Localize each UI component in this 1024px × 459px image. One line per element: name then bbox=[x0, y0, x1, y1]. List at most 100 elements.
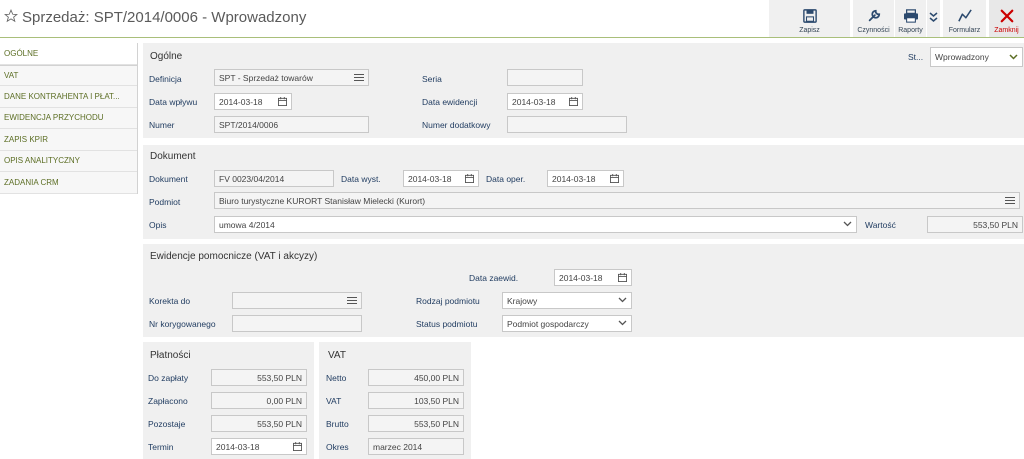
oper-date-field[interactable]: 2014-03-18 bbox=[547, 170, 624, 187]
calendar-icon[interactable] bbox=[278, 97, 287, 106]
close-label: Zamknij bbox=[994, 27, 1019, 34]
general-section: Ogólne St... Wprowadzony Definicja SPT -… bbox=[143, 43, 1024, 138]
chevron-down-icon bbox=[618, 320, 627, 326]
auxiliary-section: Ewidencje pomocnicze (VAT i akcyzy) Data… bbox=[143, 244, 1024, 337]
auxiliary-title: Ewidencje pomocnicze (VAT i akcyzy) bbox=[150, 251, 318, 262]
term-label: Termin bbox=[148, 442, 174, 452]
sidebar-item-kpir[interactable]: ZAPIS KPIR bbox=[0, 129, 138, 151]
document-label: Dokument bbox=[149, 174, 188, 184]
save-button[interactable]: Zapisz bbox=[768, 0, 850, 37]
gross-field: 553,50 PLN bbox=[368, 415, 464, 432]
issue-date-field[interactable]: 2014-03-18 bbox=[403, 170, 479, 187]
form-icon bbox=[957, 9, 972, 22]
gross-label: Brutto bbox=[326, 419, 349, 429]
entity-status-label: Status podmiotu bbox=[416, 319, 478, 329]
list-icon[interactable] bbox=[354, 73, 364, 82]
extra-number-field[interactable] bbox=[507, 116, 627, 133]
chevron-down-icon bbox=[1009, 54, 1018, 60]
definition-label: Definicja bbox=[149, 74, 182, 84]
sidebar: OGÓLNE VAT DANE KONTRAHENTA I PŁAT... EW… bbox=[0, 43, 138, 194]
record-date-aux-label: Data zaewid. bbox=[469, 273, 519, 283]
entity-label: Podmiot bbox=[149, 197, 181, 207]
value-label: Wartość bbox=[865, 220, 896, 230]
wrench-icon bbox=[868, 9, 880, 22]
series-field[interactable] bbox=[507, 69, 583, 86]
record-date-aux-field[interactable]: 2014-03-18 bbox=[554, 269, 632, 286]
entity-type-label: Rodzaj podmiotu bbox=[416, 296, 480, 306]
oper-date-label: Data oper. bbox=[486, 174, 526, 184]
printer-icon bbox=[903, 9, 918, 23]
calendar-icon[interactable] bbox=[293, 442, 302, 451]
sidebar-item-revenue-records[interactable]: EWIDENCJA PRZYCHODU bbox=[0, 107, 138, 129]
sidebar-item-vat[interactable]: VAT bbox=[0, 64, 138, 86]
description-label: Opis bbox=[149, 220, 167, 230]
document-title: Dokument bbox=[150, 151, 196, 162]
reports-dropdown-button[interactable] bbox=[926, 0, 940, 37]
toolbar: Zapisz Czynności Raporty Formularz Zamkn… bbox=[768, 0, 1024, 37]
general-title: Ogólne bbox=[150, 51, 183, 62]
corrected-number-label: Nr korygowanego bbox=[149, 319, 216, 329]
calendar-icon[interactable] bbox=[569, 97, 578, 106]
actions-button[interactable]: Czynności bbox=[852, 0, 894, 37]
correction-field[interactable] bbox=[232, 292, 362, 309]
chevron-down-icon bbox=[843, 221, 852, 227]
status-label: St... bbox=[908, 52, 924, 62]
save-icon bbox=[802, 9, 817, 23]
net-label: Netto bbox=[326, 373, 347, 383]
sidebar-divider bbox=[137, 43, 138, 194]
chevron-down-icon bbox=[618, 297, 627, 303]
chevron-down-icon bbox=[929, 11, 938, 22]
number-label: Numer bbox=[149, 120, 175, 130]
reports-label: Raporty bbox=[898, 27, 923, 34]
entity-type-select[interactable]: Krajowy bbox=[502, 292, 632, 309]
window-header: Sprzedaż: SPT/2014/0006 - Wprowadzony Za… bbox=[0, 0, 1024, 38]
period-label: Okres bbox=[326, 442, 349, 452]
remaining-field: 553,50 PLN bbox=[211, 415, 307, 432]
close-icon bbox=[1000, 9, 1013, 23]
extra-number-label: Numer dodatkowy bbox=[422, 120, 491, 130]
vat-amount-label: VAT bbox=[326, 396, 342, 406]
list-icon[interactable] bbox=[347, 296, 357, 305]
form-button[interactable]: Formularz bbox=[942, 0, 986, 37]
entity-field[interactable]: Biuro turystyczne KURORT Stanisław Miele… bbox=[214, 192, 1020, 209]
correction-label: Korekta do bbox=[149, 296, 191, 306]
payments-title: Płatności bbox=[150, 350, 191, 361]
payments-section: Płatności Do zapłaty 553,50 PLN Zapłacon… bbox=[143, 342, 314, 459]
calendar-icon[interactable] bbox=[618, 273, 627, 282]
vat-amount-field: 103,50 PLN bbox=[368, 392, 464, 409]
number-field[interactable]: SPT/2014/0006 bbox=[214, 116, 369, 133]
vat-section: VAT Netto 450,00 PLN VAT 103,50 PLN Brut… bbox=[319, 342, 471, 459]
to-pay-label: Do zapłaty bbox=[148, 373, 189, 383]
issue-date-label: Data wyst. bbox=[341, 174, 381, 184]
corrected-number-field[interactable] bbox=[232, 315, 362, 332]
entity-status-select[interactable]: Podmiot gospodarczy bbox=[502, 315, 632, 332]
to-pay-field: 553,50 PLN bbox=[211, 369, 307, 386]
document-field[interactable]: FV 0023/04/2014 bbox=[214, 170, 334, 187]
sidebar-item-general[interactable]: OGÓLNE bbox=[0, 43, 138, 65]
paid-label: Zapłacono bbox=[148, 396, 188, 406]
period-field: marzec 2014 bbox=[368, 438, 464, 455]
definition-field[interactable]: SPT - Sprzedaż towarów bbox=[214, 69, 369, 86]
status-select[interactable]: Wprowadzony bbox=[930, 47, 1023, 67]
sidebar-item-analytic[interactable]: OPIS ANALITYCZNY bbox=[0, 150, 138, 172]
actions-label: Czynności bbox=[857, 27, 890, 34]
document-section: Dokument Dokument FV 0023/04/2014 Data w… bbox=[143, 145, 1024, 239]
reports-button[interactable]: Raporty bbox=[894, 0, 926, 37]
record-date-label: Data ewidencji bbox=[422, 97, 478, 107]
net-field: 450,00 PLN bbox=[368, 369, 464, 386]
close-button[interactable]: Zamknij bbox=[988, 0, 1024, 37]
page-title: Sprzedaż: SPT/2014/0006 - Wprowadzony bbox=[22, 9, 307, 26]
form-label: Formularz bbox=[948, 27, 981, 34]
sidebar-item-crm-tasks[interactable]: ZADANIA CRM bbox=[0, 172, 138, 194]
record-date-field[interactable]: 2014-03-18 bbox=[507, 93, 583, 110]
sidebar-item-contractor-data[interactable]: DANE KONTRAHENTA I PŁAT... bbox=[0, 86, 138, 108]
calendar-icon[interactable] bbox=[610, 174, 619, 183]
description-select[interactable]: umowa 4/2014 bbox=[214, 216, 857, 233]
list-icon[interactable] bbox=[1005, 196, 1015, 205]
term-field[interactable]: 2014-03-18 bbox=[211, 438, 307, 455]
receipt-date-field[interactable]: 2014-03-18 bbox=[214, 93, 292, 110]
calendar-icon[interactable] bbox=[465, 174, 474, 183]
series-label: Seria bbox=[422, 74, 442, 84]
star-icon[interactable] bbox=[4, 9, 18, 23]
vat-title: VAT bbox=[328, 350, 346, 361]
